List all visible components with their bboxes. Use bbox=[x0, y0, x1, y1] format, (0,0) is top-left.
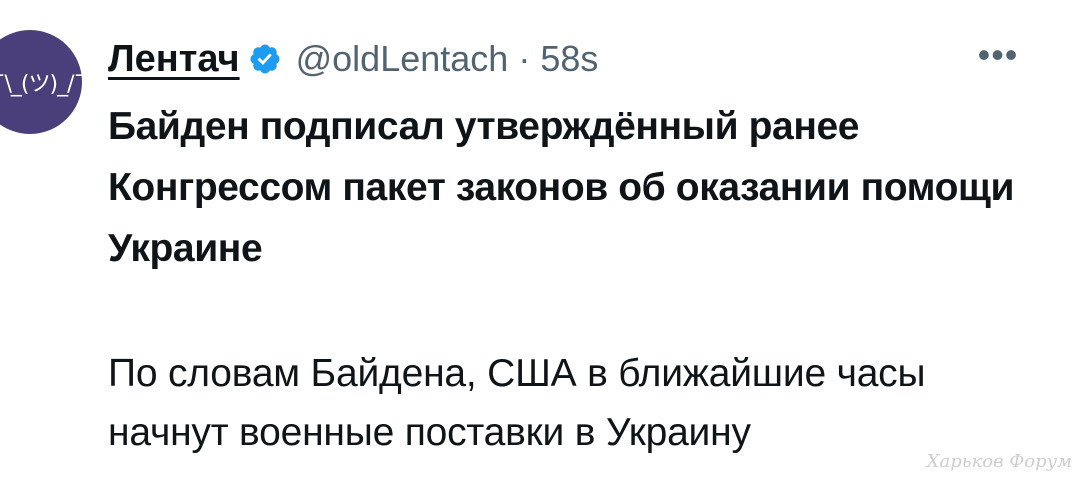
more-options-button[interactable]: ••• bbox=[970, 34, 1026, 75]
more-horizontal-icon: ••• bbox=[977, 34, 1019, 75]
tweet[interactable]: ¯\_(ツ)_/¯ Лентач @oldLentach · 58s ••• Б… bbox=[0, 0, 1080, 482]
tweet-headline: Байден подписал утверждённый ранее Конгр… bbox=[108, 105, 1015, 270]
avatar-text: ¯\_(ツ)_/¯ bbox=[0, 72, 82, 97]
display-name-link[interactable]: Лентач bbox=[108, 38, 240, 81]
separator-dot: · bbox=[518, 38, 531, 79]
avatar[interactable]: ¯\_(ツ)_/¯ bbox=[0, 30, 82, 134]
tweet-header: Лентач @oldLentach · 58s bbox=[108, 34, 598, 84]
watermark-text: Харьков Форум bbox=[926, 451, 1072, 472]
verified-badge-icon bbox=[248, 42, 282, 76]
user-handle[interactable]: @oldLentach bbox=[296, 38, 509, 80]
tweet-body: По словам Байдена, США в ближайшие часы … bbox=[108, 352, 926, 454]
timestamp-link[interactable]: 58s bbox=[540, 38, 598, 80]
